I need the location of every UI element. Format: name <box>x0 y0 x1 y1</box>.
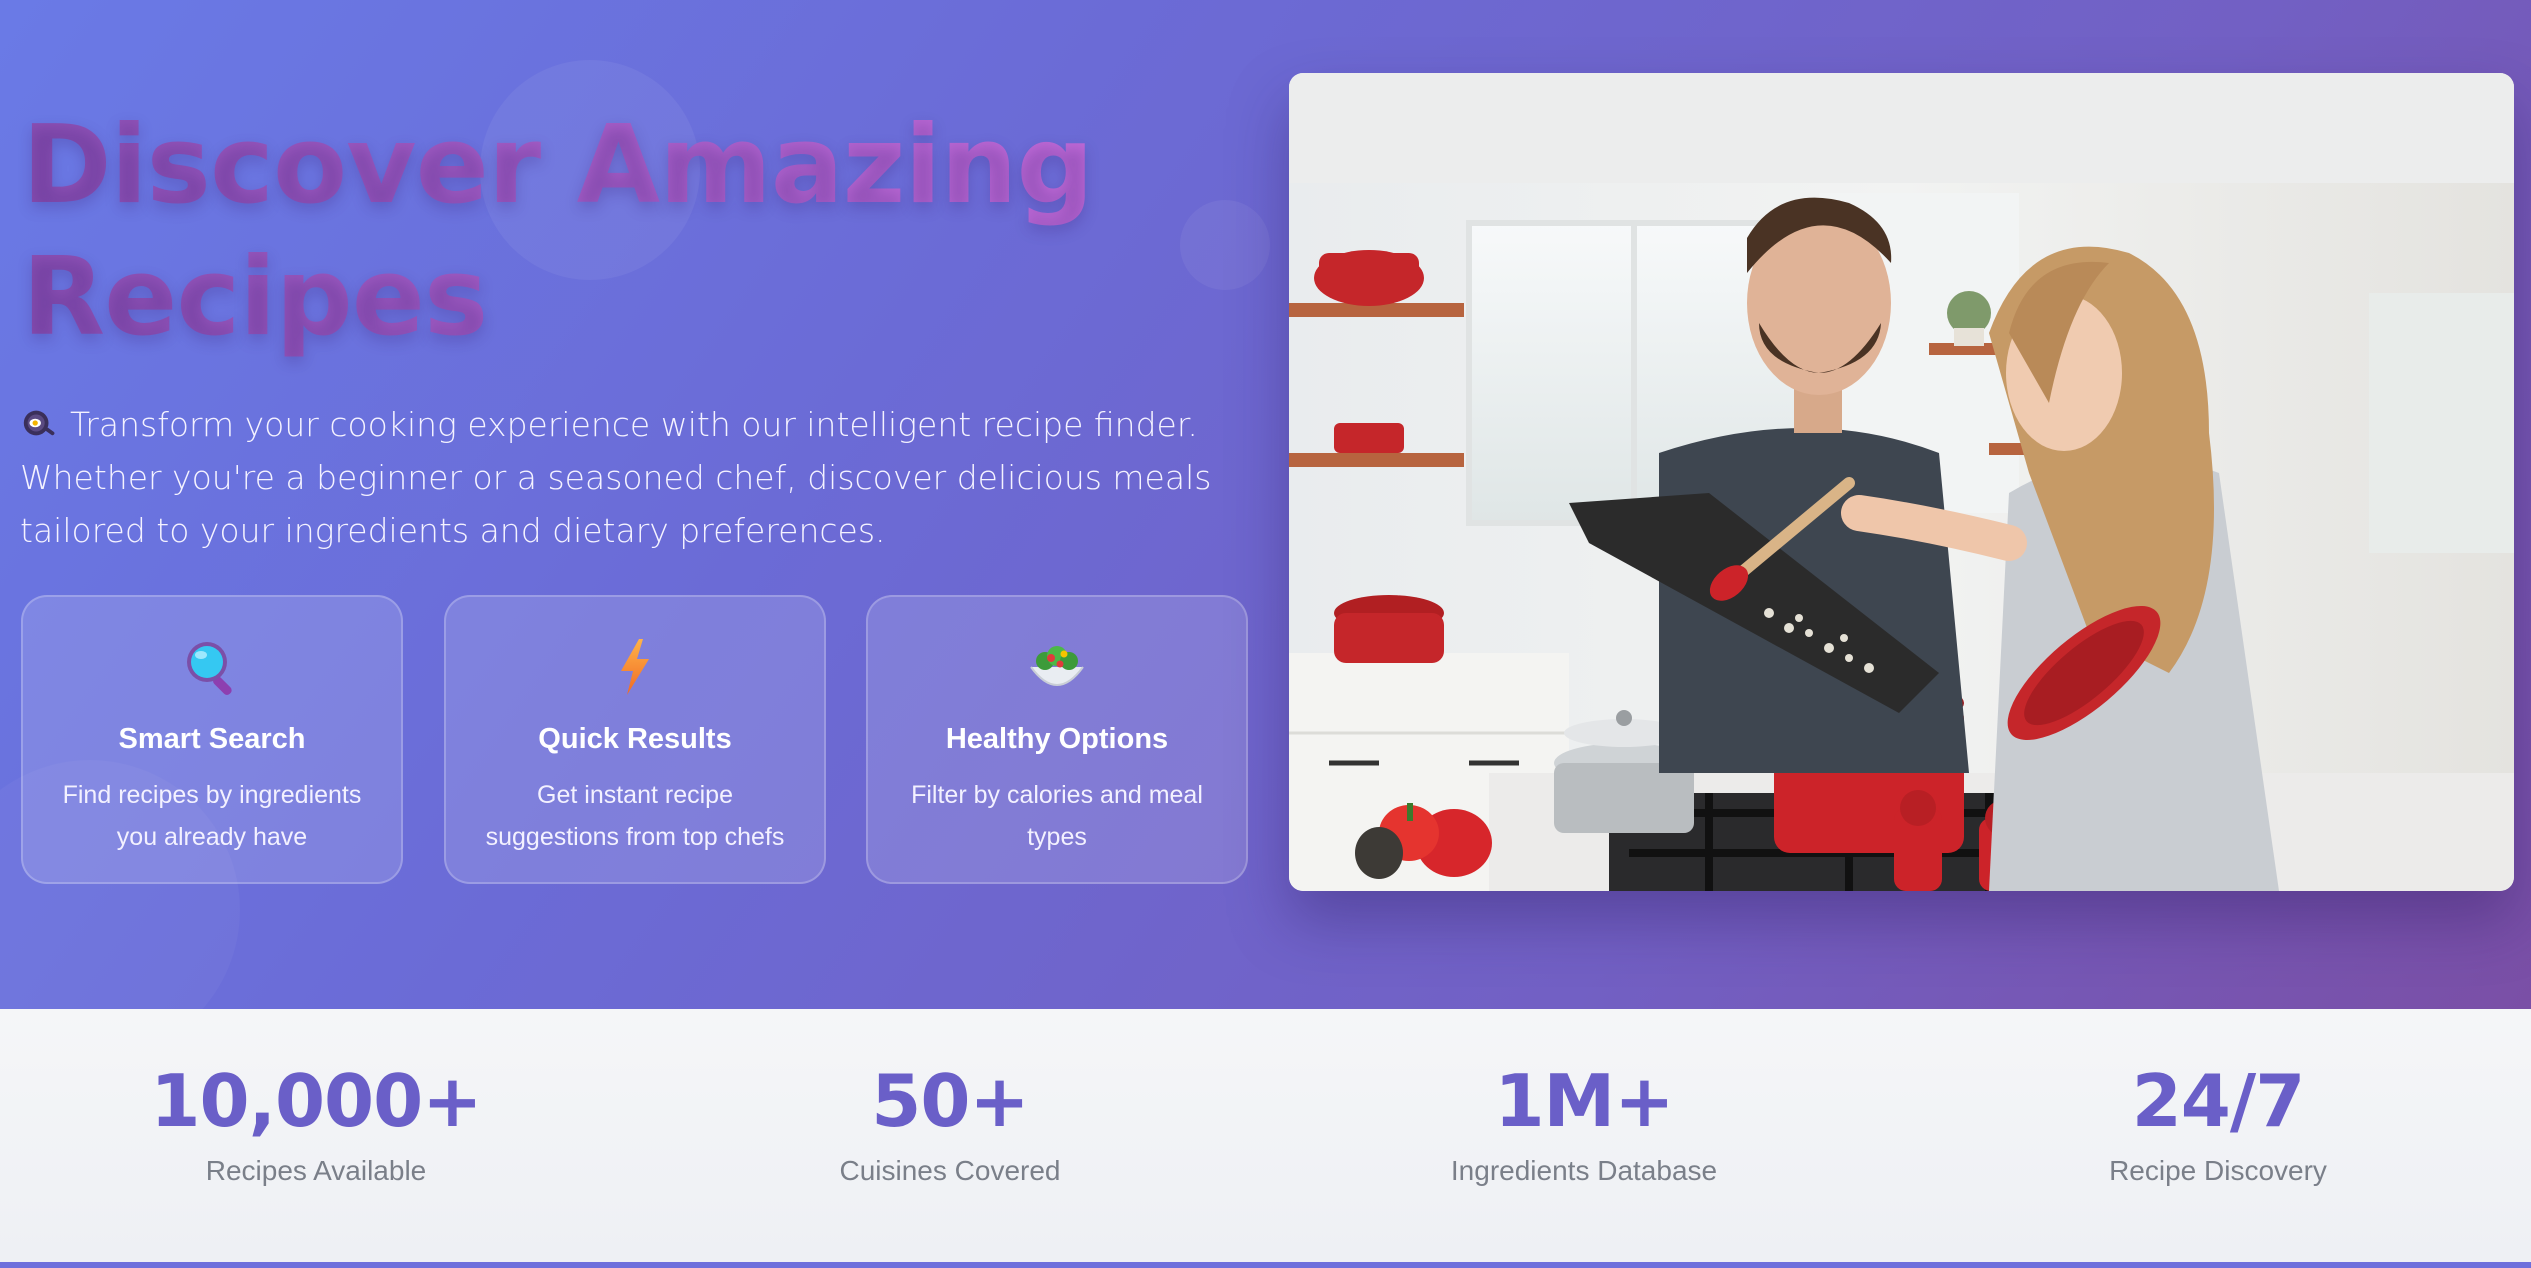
hero-title: Discover Amazing Recipes <box>22 100 1102 364</box>
feature-description: Get instant recipe suggestions from top … <box>485 781 785 851</box>
feature-card-quick-results[interactable]: Quick Results Get instant recipe suggest… <box>444 595 826 884</box>
feature-card-smart-search[interactable]: Smart Search Find recipes by ingredients… <box>21 595 403 884</box>
stat-value: 50+ <box>871 1059 1030 1143</box>
stat-value: 10,000+ <box>150 1059 482 1143</box>
stat-value: 1M+ <box>1494 1059 1674 1143</box>
stat-label: Ingredients Database <box>1450 1155 1718 1186</box>
lightning-icon <box>605 637 665 697</box>
feature-description: Find recipes by ingredients you already … <box>62 781 362 851</box>
salad-bowl-icon <box>1027 637 1087 697</box>
hero-section: Discover Amazing Recipes Transform your … <box>0 0 2531 1009</box>
feature-title: Smart Search <box>118 723 306 755</box>
hero-photo <box>1289 73 2514 891</box>
feature-description: Filter by calories and meal types <box>911 781 1203 851</box>
bottom-accent-bar <box>0 1262 2531 1268</box>
hero-description-text: Transform your cooking experience with o… <box>20 405 1212 550</box>
stat-value: 24/7 <box>2131 1059 2306 1143</box>
stat-label: Cuisines Covered <box>839 1155 1061 1186</box>
decorative-blob <box>1180 200 1270 290</box>
feature-title: Healthy Options <box>945 723 1169 755</box>
magnifying-glass-icon <box>182 637 242 697</box>
hero-title-line1: Discover Amazing <box>22 103 1094 228</box>
hero-title-line2: Recipes <box>22 235 488 360</box>
stats-section: 10,000+ Recipes Available 50+ Cuisines C… <box>0 1009 2531 1262</box>
stat-label: Recipes Available <box>205 1155 427 1186</box>
stat-label: Recipe Discovery <box>2109 1155 2327 1186</box>
feature-card-healthy-options[interactable]: Healthy Options Filter by calories and m… <box>866 595 1248 884</box>
cooking-pan-icon <box>20 404 58 442</box>
feature-title: Quick Results <box>538 723 732 755</box>
hero-description: Transform your cooking experience with o… <box>20 398 1240 557</box>
